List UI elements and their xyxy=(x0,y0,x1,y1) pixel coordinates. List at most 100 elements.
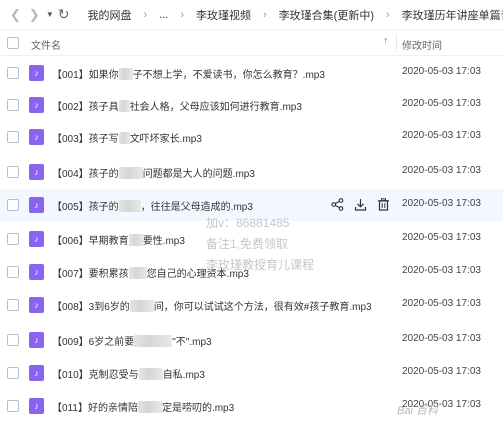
audio-file-icon: ♪ xyxy=(29,365,44,381)
file-row[interactable]: ♪ 【001】如果你 子不想上学，不爱读书，你怎么教育？.mp3 2020-05-… xyxy=(0,57,503,89)
file-row[interactable]: ♪ 【003】孩子写 文吓坏家长.mp3 2020-05-03 17:03 xyxy=(0,121,503,153)
back-arrow-icon[interactable]: ❮ xyxy=(10,7,21,23)
file-row[interactable]: ♪ 【007】要积累孩 您自己的心理资本.mp3 2020-05-03 17:03 xyxy=(0,256,503,288)
file-name-end: 自私.mp3 xyxy=(162,370,205,381)
breadcrumb-my-drive[interactable]: 我的网盘 xyxy=(87,7,131,23)
forward-arrow-icon[interactable]: ❯ xyxy=(29,7,40,23)
blurred-text xyxy=(128,234,143,246)
audio-file-icon: ♪ xyxy=(29,164,44,180)
modified-time: 2020-05-03 17:03 xyxy=(402,232,481,243)
file-name[interactable]: 【001】如果你 子不想上学，不爱读书，你怎么教育？.mp3 xyxy=(52,66,325,81)
file-name-end: 子不想上学，不爱读书，你怎么教育？.mp3 xyxy=(132,70,325,81)
blurred-text xyxy=(118,132,130,144)
file-name-start: 【001】如果你 xyxy=(52,70,119,81)
file-name-end: 社会人格，父母应该如何进行教育.mp3 xyxy=(129,102,302,113)
audio-file-icon: ♪ xyxy=(29,197,44,213)
file-name[interactable]: 【005】孩子的 ，往往是父母造成的.mp3 xyxy=(52,198,253,213)
file-name-start: 【011】好的亲情陪 xyxy=(52,403,138,414)
breadcrumb-current-folder: 李玫瑾历年讲座单篇音频 xyxy=(401,9,503,22)
download-icon[interactable] xyxy=(353,196,367,212)
modified-time: 2020-05-03 17:03 xyxy=(402,66,481,77)
file-name-start: 【002】孩子具 xyxy=(52,102,119,113)
file-name-end: "不".mp3 xyxy=(172,337,212,348)
file-name-end: 要性.mp3 xyxy=(142,236,185,247)
select-all-checkbox[interactable] xyxy=(7,37,19,49)
file-name-end: 定是唠叨的.mp3 xyxy=(161,403,235,414)
file-name[interactable]: 【008】3到6岁的 间，你可以试试这个方法，很有效#孩子教育.mp3 xyxy=(52,298,372,313)
file-name-start: 【003】孩子写 xyxy=(52,134,119,145)
file-row[interactable]: ♪ 【006】早期教育 要性.mp3 2020-05-03 17:03 xyxy=(0,223,503,255)
file-list-header: 文件名 ↑ 修改时间 xyxy=(0,30,503,56)
row-checkbox[interactable] xyxy=(7,400,19,412)
file-name-start: 【004】孩子的 xyxy=(52,169,119,180)
row-checkbox[interactable] xyxy=(7,67,19,79)
sort-arrow-icon[interactable]: ↑ xyxy=(383,35,389,47)
breadcrumb-separator: › xyxy=(143,8,148,21)
file-name-end: 问题都是大人的问题.mp3 xyxy=(142,169,255,180)
breadcrumb-ellipsis[interactable]: ... xyxy=(159,9,168,21)
audio-file-icon: ♪ xyxy=(29,297,44,313)
audio-file-icon: ♪ xyxy=(29,398,44,414)
blurred-text xyxy=(129,300,154,312)
blurred-text xyxy=(118,167,143,179)
file-name-end: ，往往是父母造成的.mp3 xyxy=(140,202,253,213)
row-checkbox[interactable] xyxy=(7,299,19,311)
modified-time: 2020-05-03 17:03 xyxy=(402,265,481,276)
refresh-icon[interactable]: ↻ xyxy=(58,6,70,23)
breadcrumb-videos[interactable]: 李玫瑾视频 xyxy=(196,7,251,23)
audio-file-icon: ♪ xyxy=(29,332,44,348)
file-name[interactable]: 【010】克制忍受与 自私.mp3 xyxy=(52,366,205,381)
history-dropdown-icon[interactable]: ▼ xyxy=(46,10,54,19)
blurred-text xyxy=(128,267,147,279)
breadcrumb-separator: › xyxy=(180,8,184,21)
file-name[interactable]: 【003】孩子写 文吓坏家长.mp3 xyxy=(52,130,202,145)
share-icon[interactable] xyxy=(330,196,344,212)
row-actions xyxy=(330,196,390,212)
file-name[interactable]: 【002】孩子具 社会人格，父母应该如何进行教育.mp3 xyxy=(52,98,302,113)
file-row-hovered[interactable]: ♪ 【005】孩子的 ，往往是父母造成的.mp3 2020-05-03 17:03 xyxy=(0,189,503,221)
breadcrumb-collection[interactable]: 李玫瑾合集(更新中) xyxy=(279,7,374,23)
file-row[interactable]: ♪ 【010】克制忍受与 自私.mp3 2020-05-03 17:03 xyxy=(0,357,503,389)
audio-file-icon: ♪ xyxy=(29,97,44,113)
audio-file-icon: ♪ xyxy=(29,129,44,145)
file-row[interactable]: ♪ 【002】孩子具 社会人格，父母应该如何进行教育.mp3 2020-05-03… xyxy=(0,89,503,121)
file-name[interactable]: 【004】孩子的 问题都是大人的问题.mp3 xyxy=(52,165,255,180)
file-row[interactable]: ♪ 【009】6岁之前要 "不".mp3 2020-05-03 17:03 xyxy=(0,324,503,356)
delete-icon[interactable] xyxy=(376,196,390,212)
audio-file-icon: ♪ xyxy=(29,264,44,280)
audio-file-icon: ♪ xyxy=(29,231,44,247)
row-checkbox[interactable] xyxy=(7,199,19,211)
row-checkbox[interactable] xyxy=(7,233,19,245)
file-name[interactable]: 【011】好的亲情陪 定是唠叨的.mp3 xyxy=(52,399,234,414)
row-checkbox[interactable] xyxy=(7,131,19,143)
audio-file-icon: ♪ xyxy=(29,65,44,81)
modified-time: 2020-05-03 17:03 xyxy=(402,165,481,176)
breadcrumb-separator: › xyxy=(262,8,267,21)
file-name[interactable]: 【006】早期教育 要性.mp3 xyxy=(52,232,185,247)
row-checkbox[interactable] xyxy=(7,166,19,178)
file-name[interactable]: 【009】6岁之前要 "不".mp3 xyxy=(52,333,212,348)
file-name-start: 【005】孩子的 xyxy=(52,202,119,213)
file-name-start: 【007】要积累孩 xyxy=(52,269,129,280)
column-header-time[interactable]: 修改时间 xyxy=(402,37,442,52)
file-name-end: 间，你可以试试这个方法，很有效#孩子教育.mp3 xyxy=(153,302,372,313)
file-name[interactable]: 【007】要积累孩 您自己的心理资本.mp3 xyxy=(52,265,249,280)
modified-time: 2020-05-03 17:03 xyxy=(402,198,481,209)
modified-time: 2020-05-03 17:03 xyxy=(402,130,481,141)
row-checkbox[interactable] xyxy=(7,266,19,278)
column-header-name[interactable]: 文件名 xyxy=(31,37,61,52)
row-checkbox[interactable] xyxy=(7,367,19,379)
file-row[interactable]: ♪ 【008】3到6岁的 间，你可以试试这个方法，很有效#孩子教育.mp3 202… xyxy=(0,289,503,321)
row-checkbox[interactable] xyxy=(7,334,19,346)
row-checkbox[interactable] xyxy=(7,99,19,111)
modified-time: 2020-05-03 17:03 xyxy=(402,298,481,309)
blurred-text xyxy=(138,368,163,380)
column-divider xyxy=(396,34,397,52)
baidu-watermark-logo: Bai 百科 xyxy=(397,405,438,417)
file-name-start: 【009】6岁之前要 xyxy=(52,337,135,348)
modified-time: 2020-05-03 17:03 xyxy=(402,366,481,377)
blurred-text xyxy=(137,401,162,413)
file-row[interactable]: ♪ 【004】孩子的 问题都是大人的问题.mp3 2020-05-03 17:03 xyxy=(0,156,503,188)
blurred-text xyxy=(118,68,133,80)
blurred-text xyxy=(134,335,173,347)
